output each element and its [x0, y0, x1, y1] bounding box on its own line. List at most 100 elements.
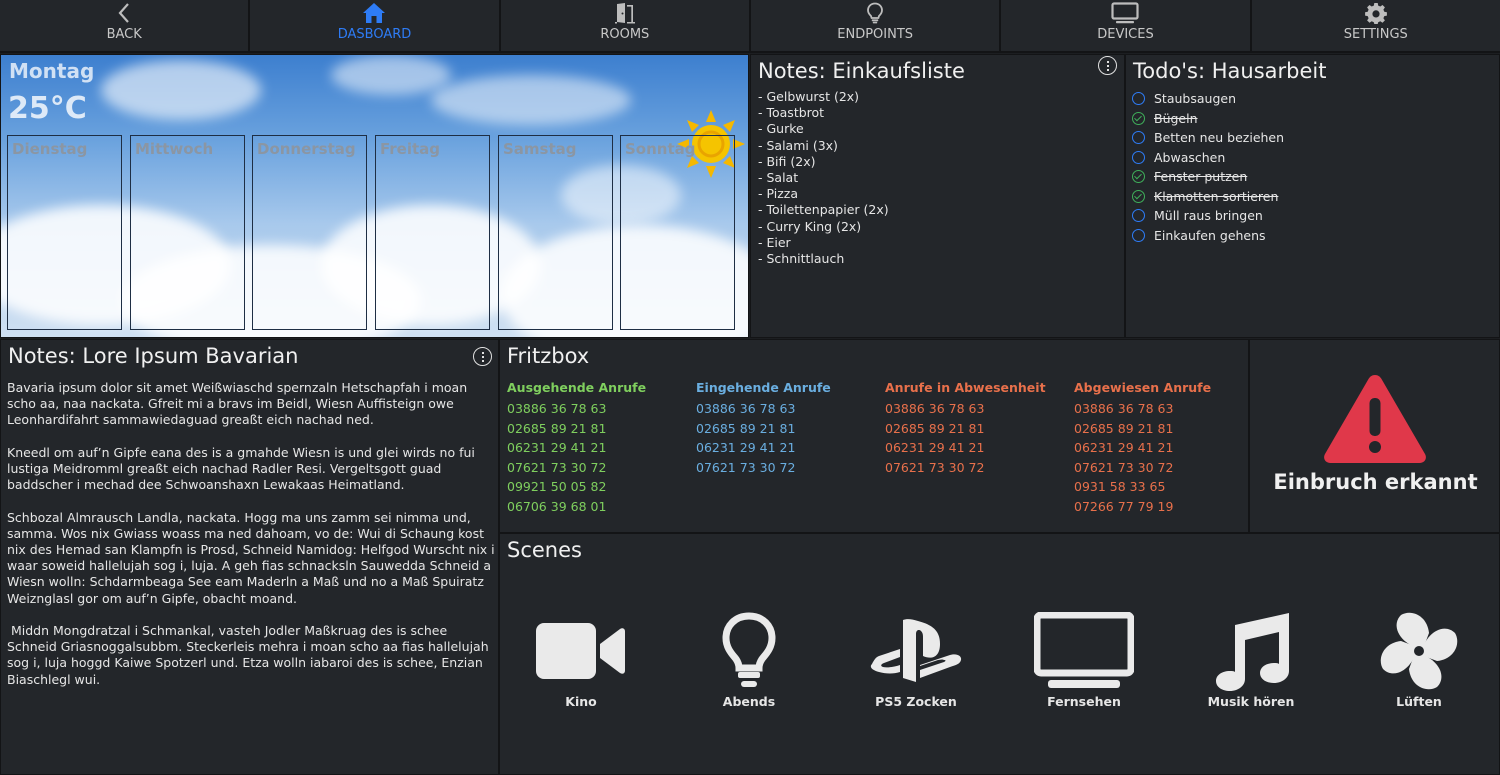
list-item: - Salat	[758, 170, 799, 186]
music-note-icon	[1216, 613, 1289, 691]
warning-icon	[1324, 375, 1426, 463]
checkbox-icon[interactable]	[1132, 228, 1145, 242]
scene-kino[interactable]: Kino	[511, 612, 651, 712]
playstation-icon	[870, 619, 962, 682]
home-icon	[363, 3, 386, 23]
more-options-icon[interactable]	[473, 347, 492, 366]
paragraph: Schbozal Almrausch Landla, nackata. Hogg…	[7, 509, 495, 606]
chevron-left-icon	[118, 3, 129, 23]
scene-lueften[interactable]: Lüften	[1349, 612, 1489, 712]
phone-number[interactable]: 02685 89 21 81	[696, 421, 831, 441]
missed-calls-column: Anrufe in Abwesenheit 03886 36 78 63 026…	[885, 380, 1046, 479]
forecast-day-label: Dienstag	[12, 140, 88, 158]
list-item: - Curry King (2x)	[758, 218, 862, 234]
forecast-day: Sonntag	[620, 135, 735, 330]
cloud	[431, 75, 631, 125]
nav-devices-label: DEVICES	[1097, 27, 1154, 42]
list-item: - Pizza	[758, 186, 799, 202]
checkbox-checked-icon[interactable]	[1132, 111, 1145, 125]
phone-number[interactable]: 07621 73 30 72	[507, 460, 646, 480]
cloud	[101, 60, 261, 120]
nav-rooms[interactable]: ROOMS	[500, 0, 751, 53]
nav-back[interactable]: BACK	[0, 0, 251, 53]
alarm-label: Einbruch erkannt	[1273, 470, 1478, 494]
bavarian-notes-title: Notes: Lore Ipsum Bavarian	[8, 344, 299, 368]
phone-number[interactable]: 07621 73 30 72	[1074, 460, 1211, 480]
nav-settings-label: SETTINGS	[1343, 27, 1408, 42]
phone-number[interactable]: 03886 36 78 63	[696, 401, 831, 421]
shopping-list: - Gelbwurst (2x) - Toastbrot - Gurke - S…	[758, 89, 889, 267]
forecast-day: Freitag	[375, 135, 490, 330]
list-item: - Gelbwurst (2x)	[758, 89, 860, 104]
todo-item[interactable]: Betten neu beziehen	[1132, 128, 1284, 148]
list-item: - Toilettenpapier (2x)	[758, 202, 889, 218]
scene-abends[interactable]: Abends	[679, 612, 819, 712]
todo-item[interactable]: Abwaschen	[1132, 148, 1284, 168]
phone-number[interactable]: 06231 29 41 21	[1074, 440, 1211, 460]
checkbox-icon[interactable]	[1132, 209, 1145, 223]
phone-number[interactable]: 07266 77 79 19	[1074, 499, 1211, 519]
fritzbox-title: Fritzbox	[507, 344, 590, 368]
scene-label: Abends	[722, 694, 776, 709]
phone-number[interactable]: 02685 89 21 81	[885, 421, 1046, 441]
phone-number[interactable]: 03886 36 78 63	[885, 401, 1046, 421]
lightbulb-icon	[722, 612, 776, 687]
todo-label: Klamotten sortieren	[1154, 188, 1279, 204]
scene-musik[interactable]: Musik hören	[1181, 612, 1321, 712]
checkbox-checked-icon[interactable]	[1132, 170, 1145, 184]
list-item: - Bifi (2x)	[758, 153, 816, 169]
phone-number[interactable]: 06231 29 41 21	[885, 440, 1046, 460]
list-item: - Schnittlauch	[758, 251, 845, 267]
phone-number[interactable]: 07621 73 30 72	[885, 460, 1046, 480]
phone-number[interactable]: 06706 39 68 01	[507, 499, 646, 519]
phone-number[interactable]: 0931 58 33 65	[1074, 479, 1211, 499]
scene-label: PS5 Zocken	[875, 694, 957, 709]
nav-devices[interactable]: DEVICES	[1001, 0, 1252, 53]
fan-icon	[1380, 612, 1458, 690]
bavarian-notes-panel: Notes: Lore Ipsum Bavarian Bavaria ipsum…	[0, 339, 499, 775]
scene-label: Fernsehen	[1047, 694, 1121, 709]
checkbox-icon[interactable]	[1132, 92, 1145, 106]
todo-title: Todo's: Hausarbeit	[1133, 59, 1327, 83]
nav-rooms-label: ROOMS	[600, 27, 650, 42]
nav-dashboard[interactable]: DASBOARD	[250, 0, 501, 53]
nav-settings[interactable]: SETTINGS	[1251, 0, 1500, 53]
column-header: Eingehende Anrufe	[696, 380, 831, 395]
todo-item[interactable]: Fenster putzen	[1132, 167, 1284, 187]
fritzbox-panel: Fritzbox Ausgehende Anrufe 03886 36 78 6…	[499, 339, 1249, 533]
weather-temperature: 25°C	[8, 91, 87, 126]
todo-item[interactable]: Einkaufen gehens	[1132, 226, 1284, 246]
bavarian-notes-text: Bavaria ipsum dolor sit amet Weißwiaschd…	[7, 380, 497, 704]
scene-fernsehen[interactable]: Fernsehen	[1014, 612, 1154, 712]
checkbox-icon[interactable]	[1132, 150, 1145, 164]
forecast-day-label: Sonntag	[625, 140, 696, 158]
phone-number[interactable]: 09921 50 05 82	[507, 479, 646, 499]
phone-number[interactable]: 06231 29 41 21	[507, 440, 646, 460]
top-navigation: BACK DASBOARD ROOMS ENDPOINTS DEVICES SE…	[0, 0, 1500, 53]
todo-item[interactable]: Müll raus bringen	[1132, 206, 1284, 226]
shopping-list-panel: Notes: Einkaufsliste - Gelbwurst (2x) - …	[750, 54, 1125, 338]
phone-number[interactable]: 03886 36 78 63	[1074, 401, 1211, 421]
cloud	[331, 55, 451, 95]
nav-endpoints[interactable]: ENDPOINTS	[750, 0, 1002, 53]
todo-item[interactable]: Staubsaugen	[1132, 89, 1284, 109]
more-options-icon[interactable]	[1098, 56, 1117, 75]
checkbox-icon[interactable]	[1132, 131, 1145, 145]
phone-number[interactable]: 03886 36 78 63	[507, 401, 646, 421]
nav-endpoints-label: ENDPOINTS	[837, 27, 914, 42]
phone-number[interactable]: 02685 89 21 81	[1074, 421, 1211, 441]
phone-number[interactable]: 02685 89 21 81	[507, 421, 646, 441]
phone-number[interactable]: 07621 73 30 72	[696, 460, 831, 480]
gear-icon	[1364, 3, 1387, 24]
todo-item[interactable]: Klamotten sortieren	[1132, 187, 1284, 207]
phone-number[interactable]: 06231 29 41 21	[696, 440, 831, 460]
list-item: - Gurke	[758, 121, 804, 137]
paragraph: Kneedl om auf’n Gipfe eana des is a gmah…	[7, 444, 475, 493]
lightbulb-icon	[867, 2, 884, 24]
nav-dashboard-label: DASBOARD	[337, 27, 412, 42]
scene-ps5[interactable]: PS5 Zocken	[846, 612, 986, 712]
forecast-day: Mittwoch	[130, 135, 245, 330]
todo-item[interactable]: Bügeln	[1132, 109, 1284, 129]
checkbox-checked-icon[interactable]	[1132, 189, 1145, 203]
nav-back-label: BACK	[106, 27, 142, 42]
